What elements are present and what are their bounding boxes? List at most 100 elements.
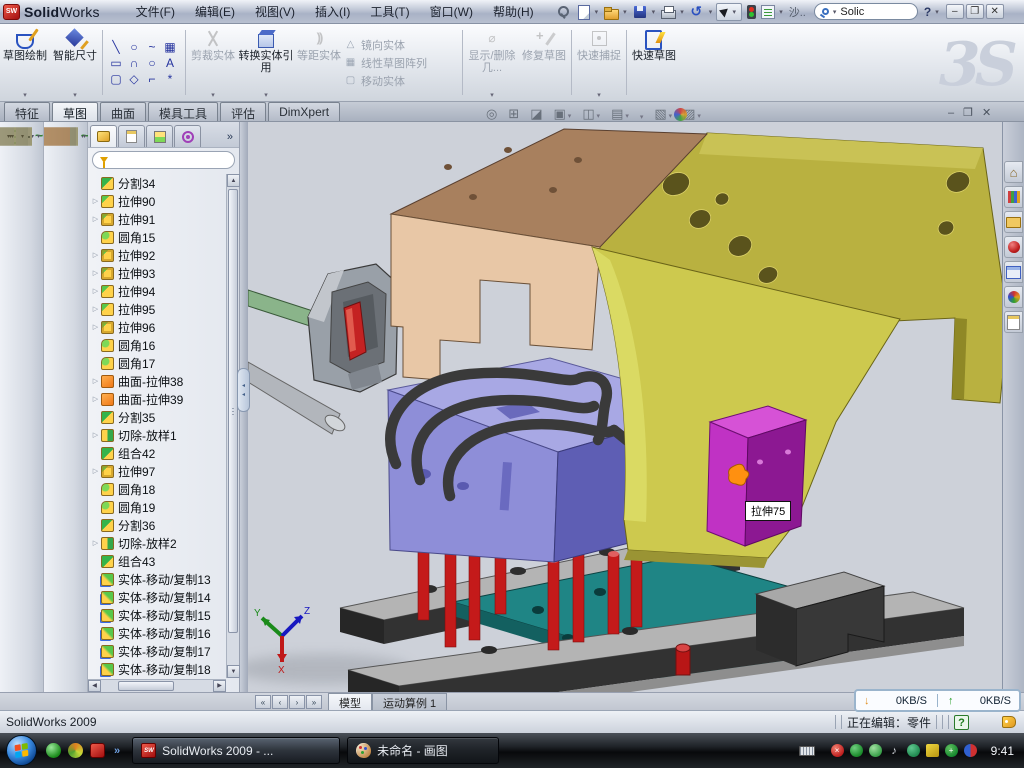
options-checklist-button[interactable]	[761, 5, 775, 19]
sketch-entity-button[interactable]: ○	[143, 55, 161, 71]
task-pane-tab[interactable]	[1004, 286, 1023, 308]
expand-arrow-icon[interactable]	[90, 174, 101, 192]
messenger-quicklaunch-icon[interactable]	[46, 743, 61, 758]
quick-snaps-dropdown-icon[interactable]: ▾	[597, 91, 601, 99]
magenta-block-body[interactable]	[707, 406, 806, 546]
appearance-traffic-light-icon[interactable]	[747, 5, 756, 19]
undo-button[interactable]: ↺	[688, 4, 705, 20]
expand-arrow-icon[interactable]	[90, 354, 101, 372]
open-button[interactable]	[602, 4, 619, 20]
feature-tool-button[interactable]	[30, 127, 32, 146]
tree-item[interactable]: 实体-移动/复制14	[90, 588, 225, 606]
messenger-tray-icon[interactable]	[964, 744, 977, 757]
scroll-down-icon[interactable]: ▼	[227, 665, 240, 678]
expand-arrow-icon[interactable]	[90, 498, 101, 516]
mirror-entities-button[interactable]: △镜向实体	[344, 36, 460, 53]
task-pane-tab[interactable]	[1004, 261, 1023, 283]
close-button[interactable]: ✕	[986, 4, 1004, 19]
sync-tray-icon[interactable]	[907, 744, 920, 757]
ribbon-tab[interactable]: 评估	[220, 102, 266, 121]
expand-arrow-icon[interactable]	[90, 444, 101, 462]
menu-item[interactable]: 帮助(H)	[483, 0, 544, 23]
display-delete-relations-button[interactable]: ⌀显示/删除几...▾	[465, 24, 519, 101]
taskbar-window-button[interactable]: SolidWorks 2009 - ...	[132, 737, 340, 764]
sheet-nav-button[interactable]: ‹	[272, 695, 288, 709]
taskbar-clock[interactable]: 9:41	[991, 744, 1014, 758]
scroll-left-icon[interactable]: ◀	[88, 680, 101, 692]
scrollbar-thumb[interactable]	[118, 681, 174, 691]
tree-item[interactable]: 组合42	[90, 444, 225, 462]
sketch-entity-button[interactable]: *	[161, 71, 179, 87]
ribbon-tab[interactable]: 草图	[52, 102, 98, 121]
tree-item[interactable]: 圆角18	[90, 480, 225, 498]
tree-item[interactable]: 分割36	[90, 516, 225, 534]
view-tool-icon[interactable]: ▤	[611, 106, 629, 122]
media-quicklaunch-icon[interactable]	[68, 743, 83, 758]
tree-item[interactable]: 圆角19	[90, 498, 225, 516]
task-pane-tab[interactable]	[1004, 311, 1023, 333]
doc-close-button[interactable]: ✕	[982, 107, 991, 120]
quick-snaps-button[interactable]: 快速捕捉▾	[574, 24, 624, 101]
search-input[interactable]: Solic	[840, 6, 864, 18]
offset-entities-button[interactable]: ))等距实体	[294, 24, 344, 101]
select-dropdown-icon[interactable]: ▾	[732, 8, 736, 16]
trim-entities-button[interactable]: 剪裁实体▾	[188, 24, 238, 101]
linear-sketch-pattern-button[interactable]: ▦线性草图阵列	[344, 54, 460, 71]
undo-dropdown-icon[interactable]: ▾	[709, 8, 713, 16]
expand-arrow-icon[interactable]	[90, 264, 101, 282]
view-tool-icon[interactable]	[640, 107, 644, 122]
graphics-area[interactable]: 拉伸75 Y Z X	[248, 122, 1002, 692]
tree-item[interactable]: 分割34	[90, 174, 225, 192]
view-tool-icon[interactable]: ▣	[554, 106, 572, 122]
convert-dropdown-icon[interactable]: ▾	[264, 91, 268, 99]
new-document-button[interactable]	[574, 4, 591, 20]
print-button[interactable]	[659, 4, 676, 20]
trim-dropdown-icon[interactable]: ▾	[211, 91, 215, 99]
smart-dimension-button[interactable]: 智能尺寸▾	[50, 24, 100, 101]
expand-arrow-icon[interactable]	[90, 624, 101, 642]
tree-item[interactable]: 组合43	[90, 552, 225, 570]
input-method-keyboard-icon[interactable]	[799, 746, 815, 756]
sketch-entity-button[interactable]: ⌐	[143, 71, 161, 87]
ribbon-tab[interactable]: 曲面	[100, 102, 146, 121]
configurationmanager-tab[interactable]	[146, 125, 173, 147]
tree-item[interactable]: 拉伸93	[90, 264, 225, 282]
tree-item[interactable]: 拉伸91	[90, 210, 225, 228]
display-delete-dropdown-icon[interactable]: ▾	[490, 91, 494, 99]
sketch-entity-button[interactable]: ▢	[107, 71, 125, 87]
expand-arrow-icon[interactable]	[90, 228, 101, 246]
volume-tray-icon[interactable]: ♪	[888, 744, 901, 757]
scroll-right-icon[interactable]: ▶	[213, 680, 226, 692]
options-dropdown-icon[interactable]: ▾	[779, 8, 783, 16]
expand-arrow-icon[interactable]	[90, 552, 101, 570]
tree-item[interactable]: 拉伸92	[90, 246, 225, 264]
ribbon-tab[interactable]: DimXpert	[268, 102, 340, 121]
help-dropdown-icon[interactable]: ▾	[935, 8, 939, 16]
repair-sketch-button[interactable]: 修复草图	[519, 24, 569, 101]
search-dropdown-icon[interactable]: ▾	[833, 8, 837, 16]
sketch-entity-button[interactable]: ~	[143, 39, 161, 55]
ribbon-tab[interactable]: 模具工具	[148, 102, 218, 121]
tree-item[interactable]: 拉伸95	[90, 300, 225, 318]
sheet-tab[interactable]: 运动算例 1	[372, 693, 447, 711]
quick-tips-icon[interactable]: ?	[954, 715, 969, 730]
tree-item[interactable]: 切除-放样2	[90, 534, 225, 552]
red-cylinder-body[interactable]	[676, 644, 690, 675]
tags-icon[interactable]	[1002, 716, 1016, 728]
expand-arrow-icon[interactable]	[90, 462, 101, 480]
expand-arrow-icon[interactable]	[90, 300, 101, 318]
tree-item[interactable]: 实体-移动/复制16	[90, 624, 225, 642]
doc-minimize-button[interactable]: –	[948, 107, 954, 120]
tree-item[interactable]: 分割35	[90, 408, 225, 426]
expand-arrow-icon[interactable]	[90, 534, 101, 552]
antivirus-tray-icon[interactable]	[850, 744, 863, 757]
smart-dimension-dropdown-icon[interactable]: ▾	[73, 91, 77, 99]
scroll-up-icon[interactable]: ▲	[227, 174, 240, 187]
sketch-entity-button[interactable]: ○	[125, 39, 143, 55]
expand-arrow-icon[interactable]	[90, 372, 101, 390]
view-tool-icon[interactable]: ◎	[486, 106, 497, 122]
tree-item[interactable]: 实体-移动/复制17	[90, 642, 225, 660]
view-tool-icon[interactable]: ⊞	[508, 106, 519, 122]
tree-item[interactable]: 实体-移动/复制18	[90, 660, 225, 678]
manager-tabs-overflow-chevron[interactable]: »	[227, 131, 237, 147]
